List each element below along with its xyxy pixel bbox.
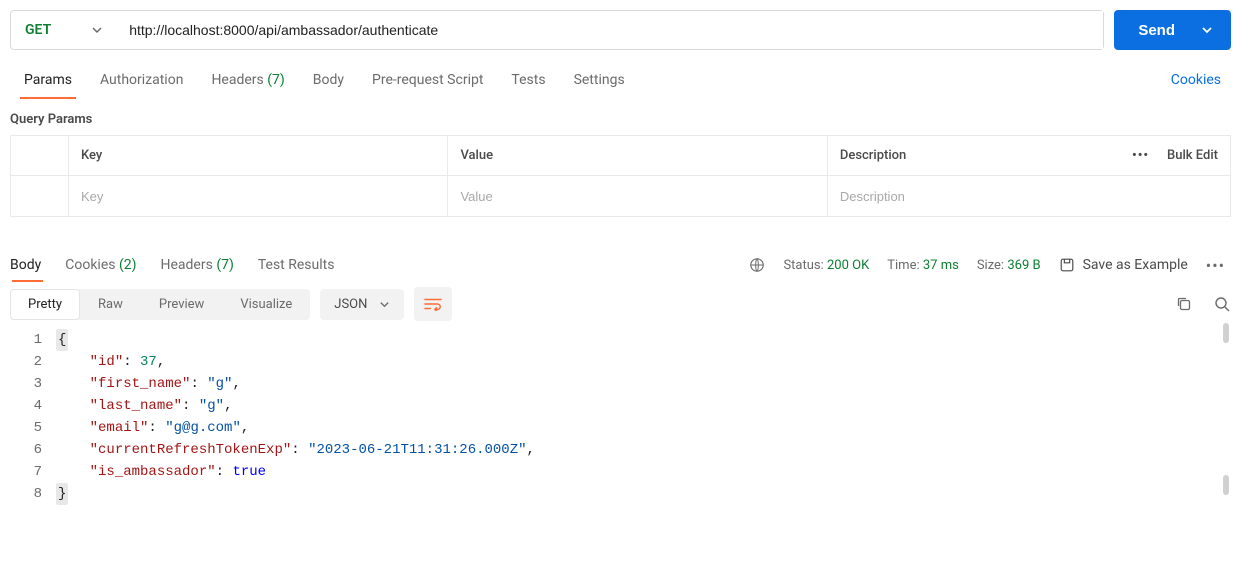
code-content: { "id": 37, "first_name": "g", "last_nam… — [56, 329, 1241, 505]
query-params-title: Query Params — [0, 100, 1241, 135]
status-label: Status: 200 OK — [783, 258, 869, 273]
tab-authorization[interactable]: Authorization — [86, 62, 197, 98]
tab-prerequest[interactable]: Pre-request Script — [358, 62, 497, 98]
chevron-down-icon — [91, 24, 103, 36]
checkbox-header — [11, 136, 69, 175]
size-label: Size: 369 B — [977, 258, 1041, 273]
cookies-link[interactable]: Cookies — [1161, 72, 1231, 88]
wrap-lines-button[interactable] — [414, 287, 452, 321]
tab-body[interactable]: Body — [299, 62, 358, 98]
description-header: Description — [828, 136, 1100, 175]
tab-params[interactable]: Params — [10, 62, 86, 98]
http-method-select[interactable]: GET — [11, 11, 117, 49]
response-status-bar: Status: 200 OK Time: 37 ms Size: 369 B S… — [749, 256, 1231, 275]
format-select[interactable]: JSON — [320, 289, 404, 320]
value-input[interactable] — [460, 189, 814, 204]
scrollbar[interactable] — [1223, 475, 1229, 495]
url-input[interactable] — [117, 11, 1103, 49]
chevron-down-icon — [1201, 24, 1213, 36]
view-preview[interactable]: Preview — [141, 289, 222, 320]
copy-icon[interactable] — [1175, 295, 1193, 313]
view-visualize[interactable]: Visualize — [222, 289, 310, 320]
view-raw[interactable]: Raw — [80, 289, 141, 320]
value-header: Value — [448, 136, 827, 175]
network-icon[interactable] — [749, 257, 765, 273]
table-row — [11, 176, 1230, 216]
view-mode-tabs: Pretty Raw Preview Visualize — [10, 289, 310, 320]
table-header-row: Key Value Description ••• Bulk Edit — [11, 136, 1230, 176]
tab-settings[interactable]: Settings — [560, 62, 639, 98]
save-as-example-button[interactable]: Save as Example — [1059, 257, 1188, 273]
send-button-label: Send — [1138, 22, 1175, 39]
response-body-toolbar: Pretty Raw Preview Visualize JSON — [0, 277, 1241, 321]
request-tabs: Params Authorization Headers (7) Body Pr… — [0, 60, 1241, 100]
bulk-edit-button[interactable]: Bulk Edit — [1167, 148, 1218, 163]
params-actions: ••• Bulk Edit — [1100, 136, 1230, 175]
key-input[interactable] — [81, 189, 435, 204]
response-body[interactable]: 12345678 { "id": 37, "first_name": "g", … — [0, 321, 1241, 505]
more-icon[interactable]: ••• — [1206, 256, 1231, 275]
tab-headers[interactable]: Headers (7) — [197, 62, 298, 98]
scrollbar[interactable] — [1223, 323, 1229, 343]
resp-tab-body[interactable]: Body — [10, 249, 53, 281]
resp-tab-test-results[interactable]: Test Results — [246, 249, 347, 281]
search-icon[interactable] — [1213, 295, 1231, 313]
time-label: Time: 37 ms — [887, 258, 959, 273]
resp-tab-headers[interactable]: Headers (7) — [149, 249, 246, 281]
row-checkbox[interactable] — [11, 176, 69, 216]
key-header: Key — [69, 136, 448, 175]
line-gutter: 12345678 — [0, 329, 56, 505]
wrap-icon — [424, 297, 442, 311]
chevron-down-icon — [379, 299, 390, 310]
response-tabs: Body Cookies (2) Headers (7) Test Result… — [0, 217, 1241, 277]
tab-tests[interactable]: Tests — [497, 62, 559, 98]
send-button[interactable]: Send — [1114, 10, 1231, 50]
description-input[interactable] — [840, 189, 1088, 204]
request-url-bar: GET — [10, 10, 1104, 50]
more-icon[interactable]: ••• — [1132, 148, 1149, 163]
resp-tab-cookies[interactable]: Cookies (2) — [53, 249, 148, 281]
query-params-table: Key Value Description ••• Bulk Edit — [10, 135, 1231, 217]
http-method-label: GET — [25, 22, 51, 38]
view-pretty[interactable]: Pretty — [10, 289, 80, 320]
